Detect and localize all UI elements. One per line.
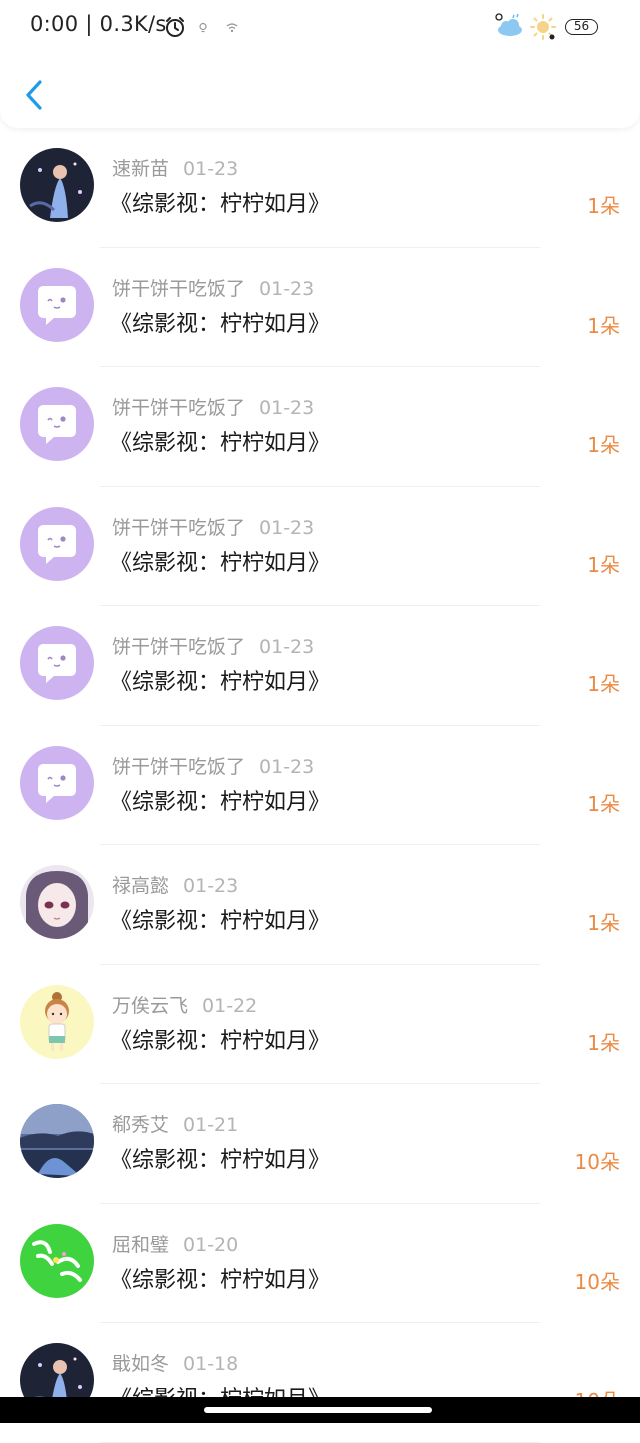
home-indicator[interactable] — [204, 1407, 432, 1413]
record-date: 01-23 — [259, 277, 315, 300]
list-item[interactable]: 饼干饼干吃饭了 01-23 《综影视：柠柠如月》 1朵 — [0, 248, 640, 367]
landscape-avatar[interactable] — [20, 1104, 94, 1178]
flower-amount: 1朵 — [587, 911, 620, 935]
photo-avatar[interactable] — [20, 148, 94, 222]
record-meta: 禄高懿 01-23 — [112, 871, 238, 898]
top-bar: 0:00 | 0.3K/s 56 — [0, 0, 640, 128]
flower-amount: 10朵 — [574, 1269, 620, 1294]
flower-amount: 1朵 — [587, 552, 620, 577]
book-title: 《综影视：柠柠如月》 — [110, 431, 331, 456]
list-item[interactable]: 禄高懿 01-23 《综影视：柠柠如月》 1朵 — [0, 845, 640, 965]
record-meta: 速新苗 01-23 — [112, 154, 238, 181]
record-date: 01-23 — [259, 516, 315, 539]
book-title: 《综影视：柠柠如月》 — [110, 909, 331, 934]
record-meta: 饼干饼干吃饭了 01-23 — [112, 274, 314, 301]
status-time-speed: 0:00 | 0.3K/s — [30, 12, 167, 36]
default-chat-avatar[interactable] — [20, 506, 94, 581]
flower-amount: 1朵 — [587, 672, 620, 696]
book-title: 《综影视：柠柠如月》 — [110, 311, 331, 337]
user-name: 饼干饼干吃饭了 — [112, 755, 246, 778]
back-button[interactable] — [18, 74, 54, 116]
flower-amount: 1朵 — [587, 791, 620, 816]
book-title: 《综影视：柠柠如月》 — [110, 1267, 331, 1293]
user-name: 万俟云飞 — [112, 994, 189, 1017]
book-title: 《综影视：柠柠如月》 — [110, 670, 331, 695]
list-item[interactable]: 万俟云飞 01-22 《综影视：柠柠如月》 1朵 — [0, 965, 640, 1084]
system-navigation-bar — [0, 1397, 640, 1423]
list-item[interactable]: 郗秀艾 01-21 《综影视：柠柠如月》 10朵 — [0, 1084, 640, 1204]
user-name: 饼干饼干吃饭了 — [112, 636, 246, 658]
flower-amount: 1朵 — [587, 313, 620, 338]
wifi-icon — [226, 23, 238, 33]
record-date: 01-21 — [183, 1114, 239, 1136]
default-chat-avatar[interactable] — [20, 267, 94, 342]
user-name: 速新苗 — [112, 158, 170, 180]
book-title: 《综影视：柠柠如月》 — [110, 1148, 331, 1173]
record-meta: 戢如冬 01-18 — [112, 1349, 238, 1376]
list-item[interactable]: 饼干饼干吃饭了 01-23 《综影视：柠柠如月》 1朵 — [0, 606, 640, 726]
record-meta: 郗秀艾 01-21 — [112, 1110, 238, 1137]
chevron-left-icon — [26, 80, 42, 110]
record-meta: 屈和璧 01-20 — [112, 1230, 238, 1257]
weather-icon — [495, 13, 522, 36]
user-name: 郗秀艾 — [112, 1114, 170, 1136]
record-meta: 万俟云飞 01-22 — [112, 991, 257, 1018]
list-item[interactable]: 饼干饼干吃饭了 01-23 《综影视：柠柠如月》 1朵 — [0, 726, 640, 845]
flower-amount: 1朵 — [587, 433, 620, 457]
record-date: 01-23 — [183, 875, 239, 897]
record-date: 01-23 — [183, 158, 239, 180]
record-date: 01-23 — [259, 636, 315, 658]
user-name: 屈和璧 — [112, 1233, 170, 1256]
green-text-avatar[interactable] — [20, 1223, 94, 1298]
book-title: 《综影视：柠柠如月》 — [110, 192, 331, 217]
user-name: 禄高懿 — [112, 875, 170, 897]
user-name: 戢如冬 — [112, 1353, 170, 1375]
list-item[interactable]: 速新苗 01-23 《综影视：柠柠如月》 1朵 — [0, 128, 640, 248]
record-meta: 饼干饼干吃饭了 01-23 — [112, 513, 314, 540]
record-meta: 饼干饼干吃饭了 01-23 — [112, 632, 314, 659]
flower-amount: 1朵 — [587, 194, 620, 218]
battery-icon: 56 — [565, 19, 598, 35]
alarm-icon — [166, 17, 184, 37]
record-date: 01-20 — [183, 1233, 239, 1256]
default-chat-avatar[interactable] — [20, 745, 94, 820]
status-bar: 0:00 | 0.3K/s 56 — [0, 0, 640, 56]
record-meta: 饼干饼干吃饭了 01-23 — [112, 393, 314, 420]
anime-girl-avatar[interactable] — [20, 865, 94, 939]
record-meta: 饼干饼干吃饭了 01-23 — [112, 752, 314, 779]
book-title: 《综影视：柠柠如月》 — [110, 1028, 331, 1054]
record-date: 01-22 — [202, 994, 258, 1017]
book-title: 《综影视：柠柠如月》 — [110, 789, 331, 815]
user-name: 饼干饼干吃饭了 — [112, 277, 246, 300]
record-date: 01-23 — [259, 397, 315, 419]
record-date: 01-18 — [183, 1353, 239, 1375]
list-item[interactable]: 屈和璧 01-20 《综影视：柠柠如月》 10朵 — [0, 1204, 640, 1323]
user-name: 饼干饼干吃饭了 — [112, 516, 246, 539]
default-chat-avatar[interactable] — [20, 387, 94, 461]
list-item[interactable]: 饼干饼干吃饭了 01-23 《综影视：柠柠如月》 1朵 — [0, 367, 640, 487]
sun-icon — [530, 14, 556, 40]
flower-amount: 10朵 — [574, 1150, 620, 1174]
list-item[interactable]: 戢如冬01-18 《综影视：柠柠如月》 10朵 — [0, 1323, 640, 1443]
user-name: 饼干饼干吃饭了 — [112, 397, 246, 419]
divider — [100, 1441, 540, 1443]
bulb-icon — [199, 22, 207, 33]
gift-record-list: 速新苗 01-23 《综影视：柠柠如月》 1朵 饼干饼干吃饭了 01-23 《综影视… — [0, 128, 640, 1443]
flower-amount: 1朵 — [587, 1030, 620, 1055]
record-date: 01-23 — [259, 755, 315, 778]
cartoon-girl-avatar[interactable] — [20, 984, 94, 1059]
list-item[interactable]: 饼干饼干吃饭了 01-23 《综影视：柠柠如月》 1朵 — [0, 487, 640, 606]
book-title: 《综影视：柠柠如月》 — [110, 550, 331, 576]
default-chat-avatar[interactable] — [20, 626, 94, 700]
